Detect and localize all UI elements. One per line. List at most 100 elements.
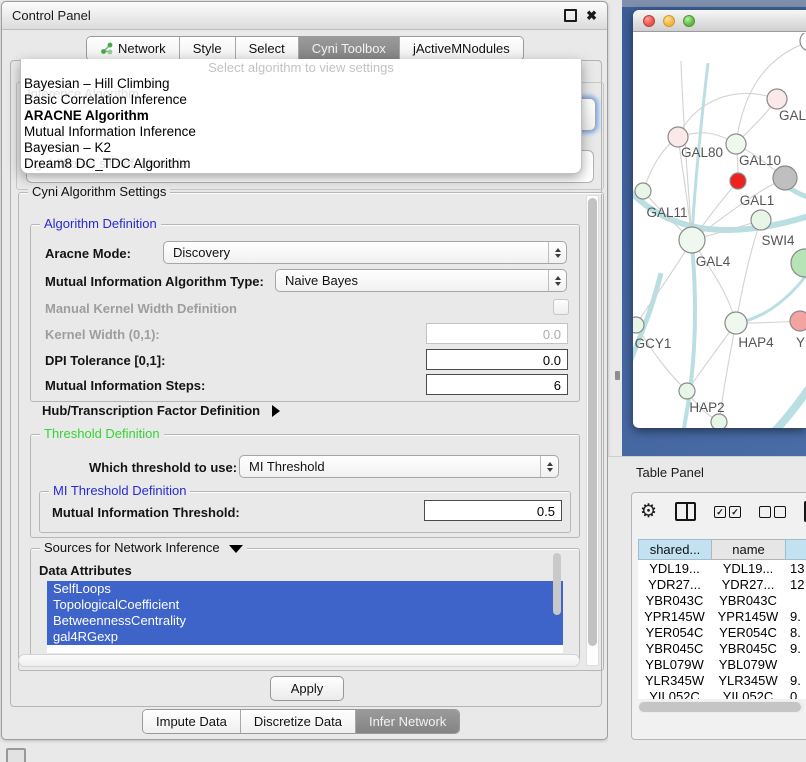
dropdown-item[interactable]: Bayesian – K2 — [21, 140, 581, 156]
minimize-traffic-light-icon[interactable] — [663, 15, 675, 27]
table-cell: 9. — [785, 608, 806, 624]
settings-vertical-scrollbar[interactable] — [586, 195, 599, 666]
tab-label: Style — [193, 41, 222, 56]
dropdown-item[interactable]: Bayesian – Hill Climbing — [21, 76, 581, 92]
zoom-traffic-light-icon[interactable] — [683, 15, 695, 27]
select-all-icon[interactable]: ✓✓ — [714, 506, 741, 518]
table-rows: YDL19...YDL19...13YDR27...YDR27...12YBR0… — [638, 560, 806, 699]
scrollbar-thumb[interactable] — [588, 198, 597, 646]
table-panel-title: Table Panel — [636, 465, 704, 480]
network-node[interactable] — [679, 227, 705, 253]
network-node[interactable] — [791, 249, 806, 277]
panel-splitter-grip[interactable] — [615, 371, 620, 380]
table-row[interactable]: YER054CYER054C8. — [638, 624, 806, 640]
network-node[interactable] — [725, 312, 747, 334]
apply-button[interactable]: Apply — [270, 676, 344, 701]
collapse-arrow-icon — [229, 545, 243, 553]
split-view-icon[interactable] — [675, 502, 696, 521]
network-node[interactable] — [633, 317, 644, 333]
network-node-label: GAL1 — [740, 193, 775, 208]
table-row[interactable]: YBL079WYBL079W — [638, 656, 806, 672]
network-node[interactable] — [751, 210, 771, 230]
tab-discretize-data[interactable]: Discretize Data — [241, 710, 356, 733]
dpi-tolerance-field[interactable]: 0.0 — [426, 349, 568, 370]
data-attributes-list[interactable]: SelfLoopsTopologicalCoefficientBetweenne… — [47, 581, 563, 653]
dropdown-item[interactable]: Dream8 DC_TDC Algorithm — [21, 156, 581, 172]
which-threshold-combo[interactable]: MI Threshold — [239, 455, 559, 478]
mi-steps-field[interactable]: 6 — [426, 374, 568, 395]
dropdown-item[interactable]: Basic Correlation Inference — [21, 92, 581, 108]
hub-definition-expander[interactable]: Hub/Transcription Factor Definition — [42, 403, 280, 418]
control-panel-window: Control Panel ✖ Network Style — [1, 1, 608, 740]
attribute-list-item[interactable]: BetweennessCentrality — [47, 613, 563, 629]
tab-network[interactable]: Network — [87, 37, 180, 60]
table-row[interactable]: YLR345WYLR345W9. — [638, 672, 806, 688]
table-cell: YDL19... — [711, 560, 785, 576]
kernel-width-field[interactable]: 0.0 — [426, 323, 568, 344]
float-window-icon[interactable] — [564, 9, 577, 22]
network-node[interactable] — [767, 89, 787, 109]
tab-cyni-toolbox[interactable]: Cyni Toolbox — [299, 37, 400, 60]
table-row[interactable]: YPR145WYPR145W9. — [638, 608, 806, 624]
tab-label: Network — [118, 41, 166, 56]
minimized-panel-icon[interactable] — [6, 748, 26, 762]
network-node[interactable] — [800, 33, 806, 51]
mi-threshold-field[interactable]: 0.5 — [424, 500, 562, 521]
manual-kernel-label: Manual Kernel Width Definition — [45, 301, 237, 316]
mi-type-value: Naive Bayes — [276, 273, 548, 288]
tab-infer-network[interactable]: Infer Network — [356, 710, 459, 733]
attributes-list-scrollbar[interactable] — [553, 553, 561, 615]
network-node[interactable] — [668, 127, 688, 147]
tab-style[interactable]: Style — [180, 37, 236, 60]
table-row[interactable]: YDL19...YDL19...13 — [638, 560, 806, 576]
network-canvas[interactable]: GALGAL80GAL10GAL11GAL1SWI4GAL4GCY1HAP4YH… — [633, 33, 806, 428]
network-window-titlebar[interactable] — [633, 10, 806, 32]
attribute-list-item[interactable]: SelfLoops — [47, 581, 563, 597]
column-header[interactable]: name — [711, 539, 785, 560]
mi-threshold-group-title: MI Threshold Definition — [49, 483, 190, 498]
network-node[interactable] — [773, 166, 797, 190]
deselect-all-icon[interactable] — [759, 506, 786, 518]
dropdown-item[interactable]: Mutual Information Inference — [21, 124, 581, 140]
tab-impute-data[interactable]: Impute Data — [143, 710, 241, 733]
tab-jactivemnodules[interactable]: jActiveMNodules — [400, 37, 523, 60]
network-node[interactable] — [730, 173, 746, 189]
settings-horizontal-scrollbar[interactable] — [18, 654, 580, 667]
table-cell: YDR27... — [711, 576, 785, 592]
manual-kernel-checkbox[interactable] — [553, 299, 569, 315]
tab-label: Impute Data — [156, 714, 227, 729]
dropdown-item[interactable]: ARACNE Algorithm — [21, 108, 581, 124]
scrollbar-thumb[interactable] — [639, 702, 801, 712]
column-header[interactable] — [785, 539, 806, 560]
sources-group-title[interactable]: Sources for Network Inference — [40, 540, 247, 555]
table-toolbar: ⚙ ✓✓ — [640, 501, 806, 522]
algorithm-definition-title: Algorithm Definition — [40, 216, 161, 231]
table-row[interactable]: YBR045CYBR045C9. — [638, 640, 806, 656]
which-threshold-value: MI Threshold — [240, 459, 540, 474]
aracne-mode-combo[interactable]: Discovery — [163, 241, 567, 264]
combo-arrows-icon — [548, 242, 566, 263]
attribute-list-item[interactable]: TopologicalCoefficient — [47, 597, 563, 613]
close-panel-icon[interactable]: ✖ — [586, 9, 597, 22]
network-node[interactable] — [711, 414, 727, 428]
network-node[interactable] — [635, 183, 651, 199]
mi-algorithm-type-combo[interactable]: Naive Bayes — [275, 269, 567, 292]
mi-threshold-label: Mutual Information Threshold: — [52, 505, 240, 520]
gear-icon[interactable]: ⚙ — [640, 502, 657, 521]
attribute-list-item[interactable]: gal4RGexp — [47, 629, 563, 645]
table-row[interactable]: YDR27...YDR27...12 — [638, 576, 806, 592]
table-cell: YIL052C — [638, 688, 711, 699]
table-cell: YPR145W — [711, 608, 785, 624]
network-node[interactable] — [679, 383, 695, 399]
network-node-label: HAP2 — [689, 400, 724, 415]
network-node[interactable] — [726, 134, 746, 154]
tab-select[interactable]: Select — [236, 37, 299, 60]
table-row[interactable]: YIL052CYIL052C0. — [638, 688, 806, 699]
table-horizontal-scrollbar[interactable] — [638, 701, 804, 713]
column-header[interactable]: shared... — [638, 539, 711, 560]
data-attributes-label: Data Attributes — [39, 563, 132, 578]
close-traffic-light-icon[interactable] — [643, 15, 655, 27]
expander-arrow-icon — [272, 405, 280, 417]
table-row[interactable]: YBR043CYBR043C — [638, 592, 806, 608]
network-node[interactable] — [790, 311, 806, 331]
